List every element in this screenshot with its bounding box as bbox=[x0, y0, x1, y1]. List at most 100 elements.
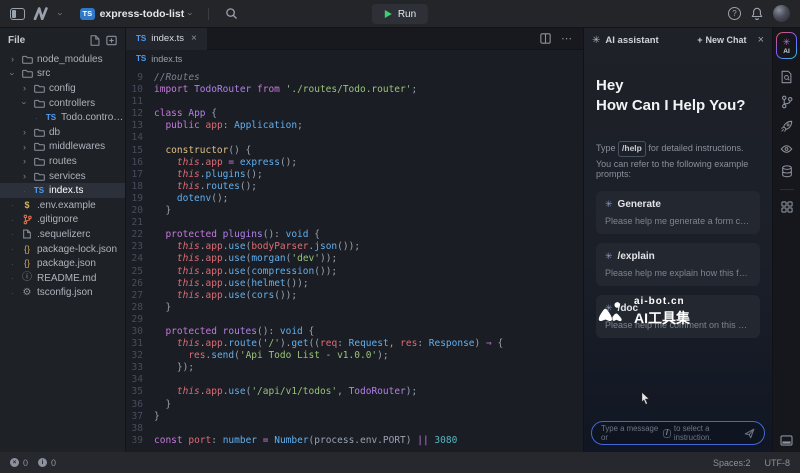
line-number: 37 bbox=[126, 411, 154, 423]
ts-file-icon: TS bbox=[136, 54, 146, 63]
user-avatar[interactable] bbox=[773, 5, 790, 22]
tree-item[interactable]: ·{}package.json bbox=[0, 256, 125, 271]
watermark-name: AI工具集 bbox=[634, 308, 690, 328]
tree-item[interactable]: ›controllers bbox=[0, 96, 125, 111]
sidebar-toggle-icon[interactable] bbox=[10, 8, 25, 20]
folder-icon bbox=[33, 128, 45, 137]
rail-ai-assistant-icon[interactable]: ✳ AI bbox=[776, 32, 797, 59]
watermark-domain: ai-bot.cn bbox=[634, 296, 690, 307]
file-type-icon: TS bbox=[33, 186, 45, 195]
tree-item[interactable]: ›config bbox=[0, 81, 125, 96]
file-type-icon: $ bbox=[21, 201, 33, 210]
code-line: 37} bbox=[126, 411, 583, 423]
git-branch-icon[interactable] bbox=[781, 95, 793, 109]
tree-item[interactable]: ·⚙tsconfig.json bbox=[0, 286, 125, 301]
tree-item-label: .env.example bbox=[37, 200, 96, 211]
rocket-icon[interactable] bbox=[780, 120, 793, 133]
code-line: 15 constructor() { bbox=[126, 145, 583, 157]
apps-grid-icon[interactable] bbox=[781, 201, 793, 213]
database-icon[interactable] bbox=[781, 165, 793, 178]
sparkle-icon: ✳ bbox=[605, 199, 613, 210]
project-name: express-todo-list bbox=[100, 8, 185, 20]
plus-icon: + bbox=[697, 35, 702, 45]
watermark: ai-bot.cn AI工具集 bbox=[597, 296, 690, 328]
new-chat-button[interactable]: + New Chat bbox=[697, 35, 746, 45]
file-status-dot: · bbox=[8, 229, 17, 239]
tree-item[interactable]: ›src bbox=[0, 67, 125, 82]
project-switcher[interactable]: TS express-todo-list › bbox=[80, 8, 192, 20]
ts-file-icon: TS bbox=[46, 113, 56, 122]
editor-tab-bar: TS index.ts × ⋯ bbox=[126, 28, 583, 50]
file-tree: ›node_modules›src›config›controllers·TST… bbox=[0, 52, 125, 452]
slash-kbd: / bbox=[663, 429, 671, 438]
line-number: 35 bbox=[126, 386, 154, 398]
file-search-icon[interactable] bbox=[780, 70, 793, 84]
chevron-icon: › bbox=[20, 83, 29, 93]
tree-item[interactable]: ·$.env.example bbox=[0, 198, 125, 213]
status-bar: × 0 i 0 Spaces:2 UTF-8 bbox=[0, 452, 800, 473]
bottom-panel-icon[interactable] bbox=[780, 435, 793, 446]
prompt-card[interactable]: ✳/explainPlease help me explain how this… bbox=[596, 243, 760, 286]
rail-divider bbox=[780, 189, 794, 190]
ai-message-input[interactable]: Type a message or / to select a instruct… bbox=[591, 421, 765, 445]
app-logo-icon[interactable] bbox=[33, 7, 51, 20]
code-line: 25 this.app.use(compression()); bbox=[126, 266, 583, 278]
new-folder-icon[interactable] bbox=[106, 35, 117, 46]
prompt-card[interactable]: ✳GeneratePlease help me generate a form … bbox=[596, 191, 760, 234]
problems-indicator[interactable]: × 0 i 0 bbox=[10, 458, 56, 468]
code-line: 21 bbox=[126, 217, 583, 229]
file-status-dot: · bbox=[8, 259, 17, 269]
chevron-icon: › bbox=[20, 98, 29, 108]
tree-item-label: src bbox=[37, 68, 50, 79]
file-type-icon: {} bbox=[21, 245, 33, 254]
env-file-icon: $ bbox=[24, 201, 29, 210]
preview-eye-icon[interactable] bbox=[780, 144, 793, 154]
prompt-title: /explain bbox=[618, 251, 655, 262]
line-number: 15 bbox=[126, 145, 154, 157]
search-icon[interactable] bbox=[225, 7, 238, 20]
send-icon[interactable] bbox=[744, 428, 755, 439]
folder-icon bbox=[33, 84, 45, 93]
line-number: 22 bbox=[126, 229, 154, 241]
rail-ai-label: AI bbox=[783, 48, 790, 55]
app-window: › TS express-todo-list › Run ? bbox=[0, 0, 800, 473]
tab-index-ts[interactable]: TS index.ts × bbox=[126, 28, 207, 50]
encoding-setting[interactable]: UTF-8 bbox=[765, 458, 791, 468]
run-button[interactable]: Run bbox=[372, 4, 428, 24]
main-area: File ›node_modules›src›config›controller… bbox=[0, 28, 800, 452]
line-number: 17 bbox=[126, 169, 154, 181]
split-editor-icon[interactable] bbox=[540, 33, 551, 44]
tree-item[interactable]: ›node_modules bbox=[0, 52, 125, 67]
indentation-setting[interactable]: Spaces:2 bbox=[713, 458, 751, 468]
tab-close-icon[interactable]: × bbox=[191, 33, 197, 44]
tree-item-label: .sequelizerc bbox=[37, 229, 90, 240]
logo-chevron-down-icon[interactable]: › bbox=[56, 12, 66, 15]
tree-item[interactable]: ›middlewares bbox=[0, 140, 125, 155]
notifications-bell-icon[interactable] bbox=[751, 7, 763, 20]
tree-item[interactable]: ›routes bbox=[0, 154, 125, 169]
tree-item[interactable]: · .sequelizerc bbox=[0, 227, 125, 242]
code-editor[interactable]: 9//Routes10import TodoRouter from './rou… bbox=[126, 67, 583, 452]
ai-panel-close-icon[interactable]: × bbox=[758, 34, 764, 46]
tab-label: index.ts bbox=[151, 33, 184, 44]
tree-item[interactable]: ·TSTodo.controller.ts bbox=[0, 110, 125, 125]
tree-item[interactable]: ·TSindex.ts bbox=[0, 183, 125, 198]
tree-item[interactable]: ›services bbox=[0, 169, 125, 184]
line-number: 32 bbox=[126, 350, 154, 362]
tree-item[interactable]: ·ⓘREADME.md bbox=[0, 271, 125, 286]
code-line: 19 dotenv(); bbox=[126, 193, 583, 205]
editor-more-icon[interactable]: ⋯ bbox=[561, 32, 573, 45]
file-status-dot: · bbox=[8, 288, 17, 298]
tree-item[interactable]: ·.gitignore bbox=[0, 213, 125, 228]
code-line: 11 bbox=[126, 96, 583, 108]
help-icon[interactable]: ? bbox=[728, 7, 741, 20]
tree-item-label: index.ts bbox=[49, 185, 83, 196]
code-line: 35 this.app.use('/api/v1/todos', TodoRou… bbox=[126, 386, 583, 398]
tree-item[interactable]: ›db bbox=[0, 125, 125, 140]
new-file-icon[interactable] bbox=[90, 35, 100, 46]
breadcrumb[interactable]: TS index.ts bbox=[126, 50, 583, 67]
ai-assistant-panel: ✳ AI assistant + New Chat × Hey How Can … bbox=[583, 28, 772, 452]
ai-help-hint: Type /help for detailed instructions. bbox=[596, 141, 760, 157]
chevron-icon: › bbox=[20, 156, 29, 166]
tree-item[interactable]: ·{}package-lock.json bbox=[0, 242, 125, 257]
